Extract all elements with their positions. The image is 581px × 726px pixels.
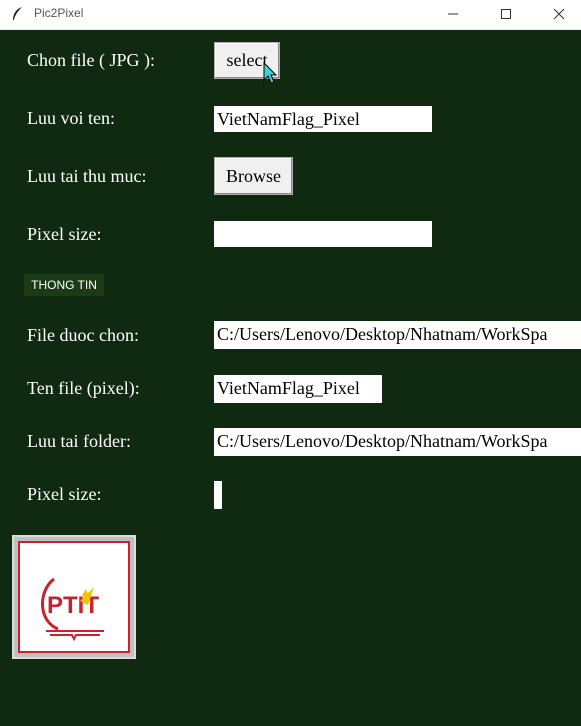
pixel-file-value: VietNamFlag_Pixel — [214, 375, 382, 403]
mouse-cursor-icon — [263, 62, 277, 84]
info-pixel-size-value — [214, 481, 222, 509]
save-folder-label: Luu tai thu muc: — [27, 166, 147, 186]
feather-icon — [13, 7, 22, 20]
minimize-icon — [448, 13, 458, 15]
window-title: Pic2Pixel — [34, 6, 84, 20]
save-name-label: Luu voi ten: — [27, 108, 115, 128]
folder-label: Luu tai folder: — [27, 431, 131, 451]
choose-file-label: Chon file ( JPG ): — [27, 50, 155, 70]
close-icon — [553, 8, 565, 20]
logo-image: PTIT — [18, 541, 130, 653]
info-section-title: THONG TIN — [24, 274, 104, 296]
window-titlebar: Pic2Pixel — [0, 0, 581, 30]
logo-frame: PTIT — [12, 535, 136, 659]
pixel-size-input[interactable] — [214, 221, 432, 247]
pixel-file-label: Ten file (pixel): — [27, 378, 140, 398]
minimize-button[interactable] — [431, 0, 475, 28]
folder-value: C:/Users/Lenovo/Desktop/Nhatnam/WorkSpa — [214, 428, 581, 456]
logo-text: PTIT — [47, 592, 99, 619]
browse-button[interactable]: Browse — [214, 157, 293, 195]
info-pixel-size-label: Pixel size: — [27, 484, 102, 504]
chosen-file-value: C:/Users/Lenovo/Desktop/Nhatnam/WorkSpa — [214, 321, 581, 349]
maximize-button[interactable] — [484, 0, 528, 28]
save-name-input[interactable] — [214, 106, 432, 132]
chosen-file-label: File duoc chon: — [27, 325, 139, 345]
ptit-logo: PTIT — [41, 577, 104, 642]
pixel-size-label: Pixel size: — [27, 224, 102, 244]
close-button[interactable] — [537, 0, 581, 28]
maximize-icon — [501, 9, 511, 19]
